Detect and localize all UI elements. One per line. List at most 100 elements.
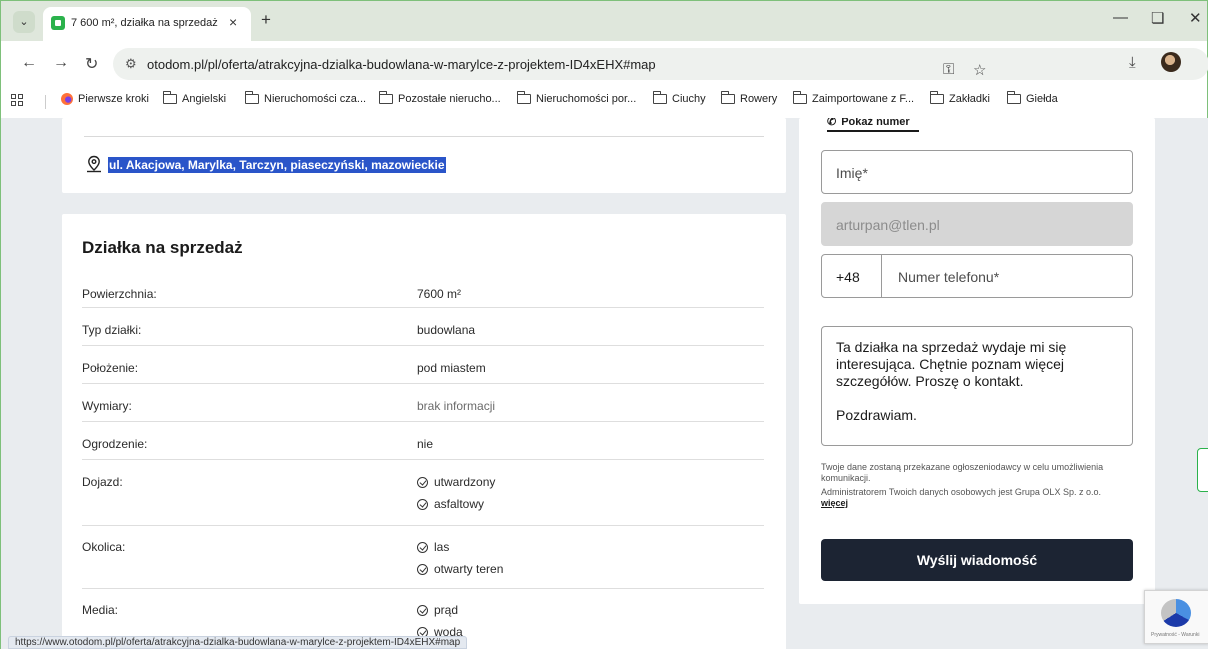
message-textarea[interactable]: Ta działka na sprzedaż wydaje mi się int… bbox=[821, 326, 1133, 446]
bookmarks-bar: Pierwsze kroki Angielski Nieruchomości c… bbox=[1, 87, 1207, 115]
download-icon[interactable]: ⤓ bbox=[1129, 54, 1136, 71]
map-pin-icon bbox=[87, 155, 101, 173]
back-arrow-icon[interactable]: ← bbox=[21, 54, 37, 72]
detail-row-plot-type: Typ działki: budowlana bbox=[82, 308, 764, 346]
detail-value: budowlana bbox=[417, 323, 476, 337]
bookmark-zaimportowane[interactable]: Zaimportowane z F... bbox=[792, 91, 914, 105]
phone-icon: ✆ bbox=[827, 118, 837, 128]
toolbar: ← → ↻ ⚙ otodom.pl/pl/oferta/atrakcyjna-d… bbox=[1, 41, 1208, 87]
divider bbox=[84, 136, 764, 137]
url-text[interactable]: otodom.pl/pl/oferta/atrakcyjna-dzialka-b… bbox=[147, 57, 656, 72]
feature-item: asfaltowy bbox=[417, 497, 484, 511]
bookmark-pierwsze-kroki[interactable]: Pierwsze kroki bbox=[61, 93, 149, 105]
browser-chrome: ⌄ 7 600 m², działka na sprzedaż - × + — … bbox=[0, 0, 1208, 118]
phone-prefix[interactable]: +48 bbox=[822, 255, 882, 297]
password-key-icon[interactable]: ⚿ bbox=[943, 61, 954, 78]
bookmark-nieruchomosci-por[interactable]: Nieruchomości por... bbox=[516, 91, 636, 105]
detail-value: brak informacji bbox=[417, 399, 496, 413]
folder-icon bbox=[720, 91, 735, 104]
detail-label: Ogrodzenie: bbox=[82, 437, 148, 451]
close-window-icon[interactable]: ✕ bbox=[1189, 9, 1202, 27]
detail-label: Wymiary: bbox=[82, 399, 132, 413]
folder-icon bbox=[929, 91, 944, 104]
listing-address[interactable]: ul. Akacjowa, Marylka, Tarczyn, piaseczy… bbox=[108, 157, 446, 173]
minimize-icon[interactable]: — bbox=[1113, 9, 1128, 26]
check-circle-icon bbox=[417, 563, 428, 575]
feature-item: otwarty teren bbox=[417, 562, 503, 576]
recaptcha-logo-icon bbox=[1161, 599, 1191, 627]
name-placeholder: Imię* bbox=[836, 165, 868, 181]
check-circle-icon bbox=[417, 498, 428, 510]
folder-icon bbox=[244, 91, 259, 104]
contact-form-card: ✆ Pokaż numer Imię* arturpan@tlen.pl +48… bbox=[799, 118, 1155, 604]
detail-row-location: Położenie: pod miastem bbox=[82, 346, 764, 384]
check-circle-icon bbox=[417, 476, 428, 488]
tab-strip: ⌄ 7 600 m², działka na sprzedaż - × + — … bbox=[1, 1, 1207, 41]
firefox-icon bbox=[61, 93, 73, 105]
feature-item: prąd bbox=[417, 603, 458, 617]
detail-row-area: Powierzchnia: 7600 m² bbox=[82, 270, 764, 308]
detail-row-dimensions: Wymiary: brak informacji bbox=[82, 384, 764, 422]
tab-close-icon[interactable]: × bbox=[229, 14, 237, 30]
detail-label: Powierzchnia: bbox=[82, 287, 157, 301]
site-settings-icon[interactable]: ⚙ bbox=[125, 56, 137, 72]
message-body: Ta działka na sprzedaż wydaje mi się int… bbox=[836, 339, 1067, 389]
details-title: Działka na sprzedaż bbox=[82, 238, 243, 257]
show-number-button[interactable]: ✆ Pokaż numer bbox=[827, 118, 910, 128]
detail-value: nie bbox=[417, 437, 434, 451]
new-tab-button[interactable]: + bbox=[261, 10, 271, 30]
location-card: ul. Akacjowa, Marylka, Tarczyn, piaseczy… bbox=[62, 118, 786, 193]
folder-icon bbox=[1006, 91, 1021, 104]
bookmark-gielda[interactable]: Giełda bbox=[1006, 91, 1058, 105]
email-field[interactable]: arturpan@tlen.pl bbox=[821, 202, 1133, 246]
active-tab[interactable]: 7 600 m², działka na sprzedaż - × bbox=[43, 7, 251, 41]
bookmark-ciuchy[interactable]: Ciuchy bbox=[652, 91, 706, 105]
forward-arrow-icon[interactable]: → bbox=[53, 54, 69, 72]
page-content: ul. Akacjowa, Marylka, Tarczyn, piaseczy… bbox=[0, 118, 1208, 649]
tab-search-dropdown-icon[interactable]: ⌄ bbox=[13, 11, 35, 33]
apps-grid-icon[interactable] bbox=[11, 94, 23, 106]
send-message-button[interactable]: Wyślij wiadomość bbox=[821, 539, 1133, 581]
bookmark-zakladki[interactable]: Zakładki bbox=[929, 91, 990, 105]
gdpr-notice: Twoje dane zostaną przekazane ogłoszenio… bbox=[821, 462, 1104, 508]
detail-label: Media: bbox=[82, 603, 119, 617]
detail-label: Dojazd: bbox=[82, 475, 123, 489]
detail-label: Okolica: bbox=[82, 540, 126, 554]
detail-row-access: Dojazd: utwardzony asfaltowy bbox=[82, 460, 764, 526]
detail-value: 7600 m² bbox=[417, 287, 462, 301]
tab-title: 7 600 m², działka na sprzedaż - bbox=[71, 17, 219, 29]
more-link[interactable]: więcej bbox=[821, 498, 848, 508]
recaptcha-badge[interactable]: Prywatność - Warunki bbox=[1144, 590, 1208, 644]
feature-item: las bbox=[417, 540, 449, 554]
bookmark-rowery[interactable]: Rowery bbox=[720, 91, 777, 105]
restore-icon[interactable]: ❏ bbox=[1151, 9, 1164, 27]
folder-icon bbox=[516, 91, 531, 104]
check-circle-icon bbox=[417, 541, 428, 553]
link-status-bar: https://www.otodom.pl/pl/oferta/atrakcyj… bbox=[8, 636, 468, 649]
email-value: arturpan@tlen.pl bbox=[836, 217, 940, 233]
profile-avatar-icon[interactable] bbox=[1161, 52, 1181, 72]
detail-row-surroundings: Okolica: las otwarty teren bbox=[82, 526, 764, 589]
folder-icon bbox=[792, 91, 807, 104]
detail-row-fence: Ogrodzenie: nie bbox=[82, 422, 764, 460]
name-field[interactable]: Imię* bbox=[821, 150, 1133, 194]
folder-icon bbox=[162, 91, 177, 104]
folder-icon bbox=[652, 91, 667, 104]
detail-label: Położenie: bbox=[82, 361, 139, 375]
phone-field[interactable]: +48 Numer telefonu* bbox=[821, 254, 1133, 298]
details-card: Działka na sprzedaż Powierzchnia: 7600 m… bbox=[62, 214, 786, 649]
folder-icon bbox=[378, 91, 393, 104]
bookmarks-separator bbox=[45, 95, 46, 109]
bookmark-star-icon[interactable]: ☆ bbox=[973, 61, 986, 79]
otodom-favicon-icon bbox=[51, 16, 65, 30]
reload-icon[interactable]: ↻ bbox=[85, 54, 98, 74]
phone-placeholder: Numer telefonu* bbox=[898, 269, 1000, 285]
side-widget-tab[interactable] bbox=[1197, 448, 1208, 492]
message-greeting: Pozdrawiam. bbox=[836, 407, 917, 423]
bookmark-angielski[interactable]: Angielski bbox=[162, 91, 226, 105]
bookmark-pozostale-nierucho[interactable]: Pozostałe nierucho... bbox=[378, 91, 501, 105]
address-bar[interactable]: ⚙ otodom.pl/pl/oferta/atrakcyjna-dzialka… bbox=[113, 48, 1208, 80]
detail-value: pod miastem bbox=[417, 361, 486, 375]
show-number-underline bbox=[827, 130, 919, 132]
bookmark-nieruchomosci-cza[interactable]: Nieruchomości cza... bbox=[244, 91, 366, 105]
